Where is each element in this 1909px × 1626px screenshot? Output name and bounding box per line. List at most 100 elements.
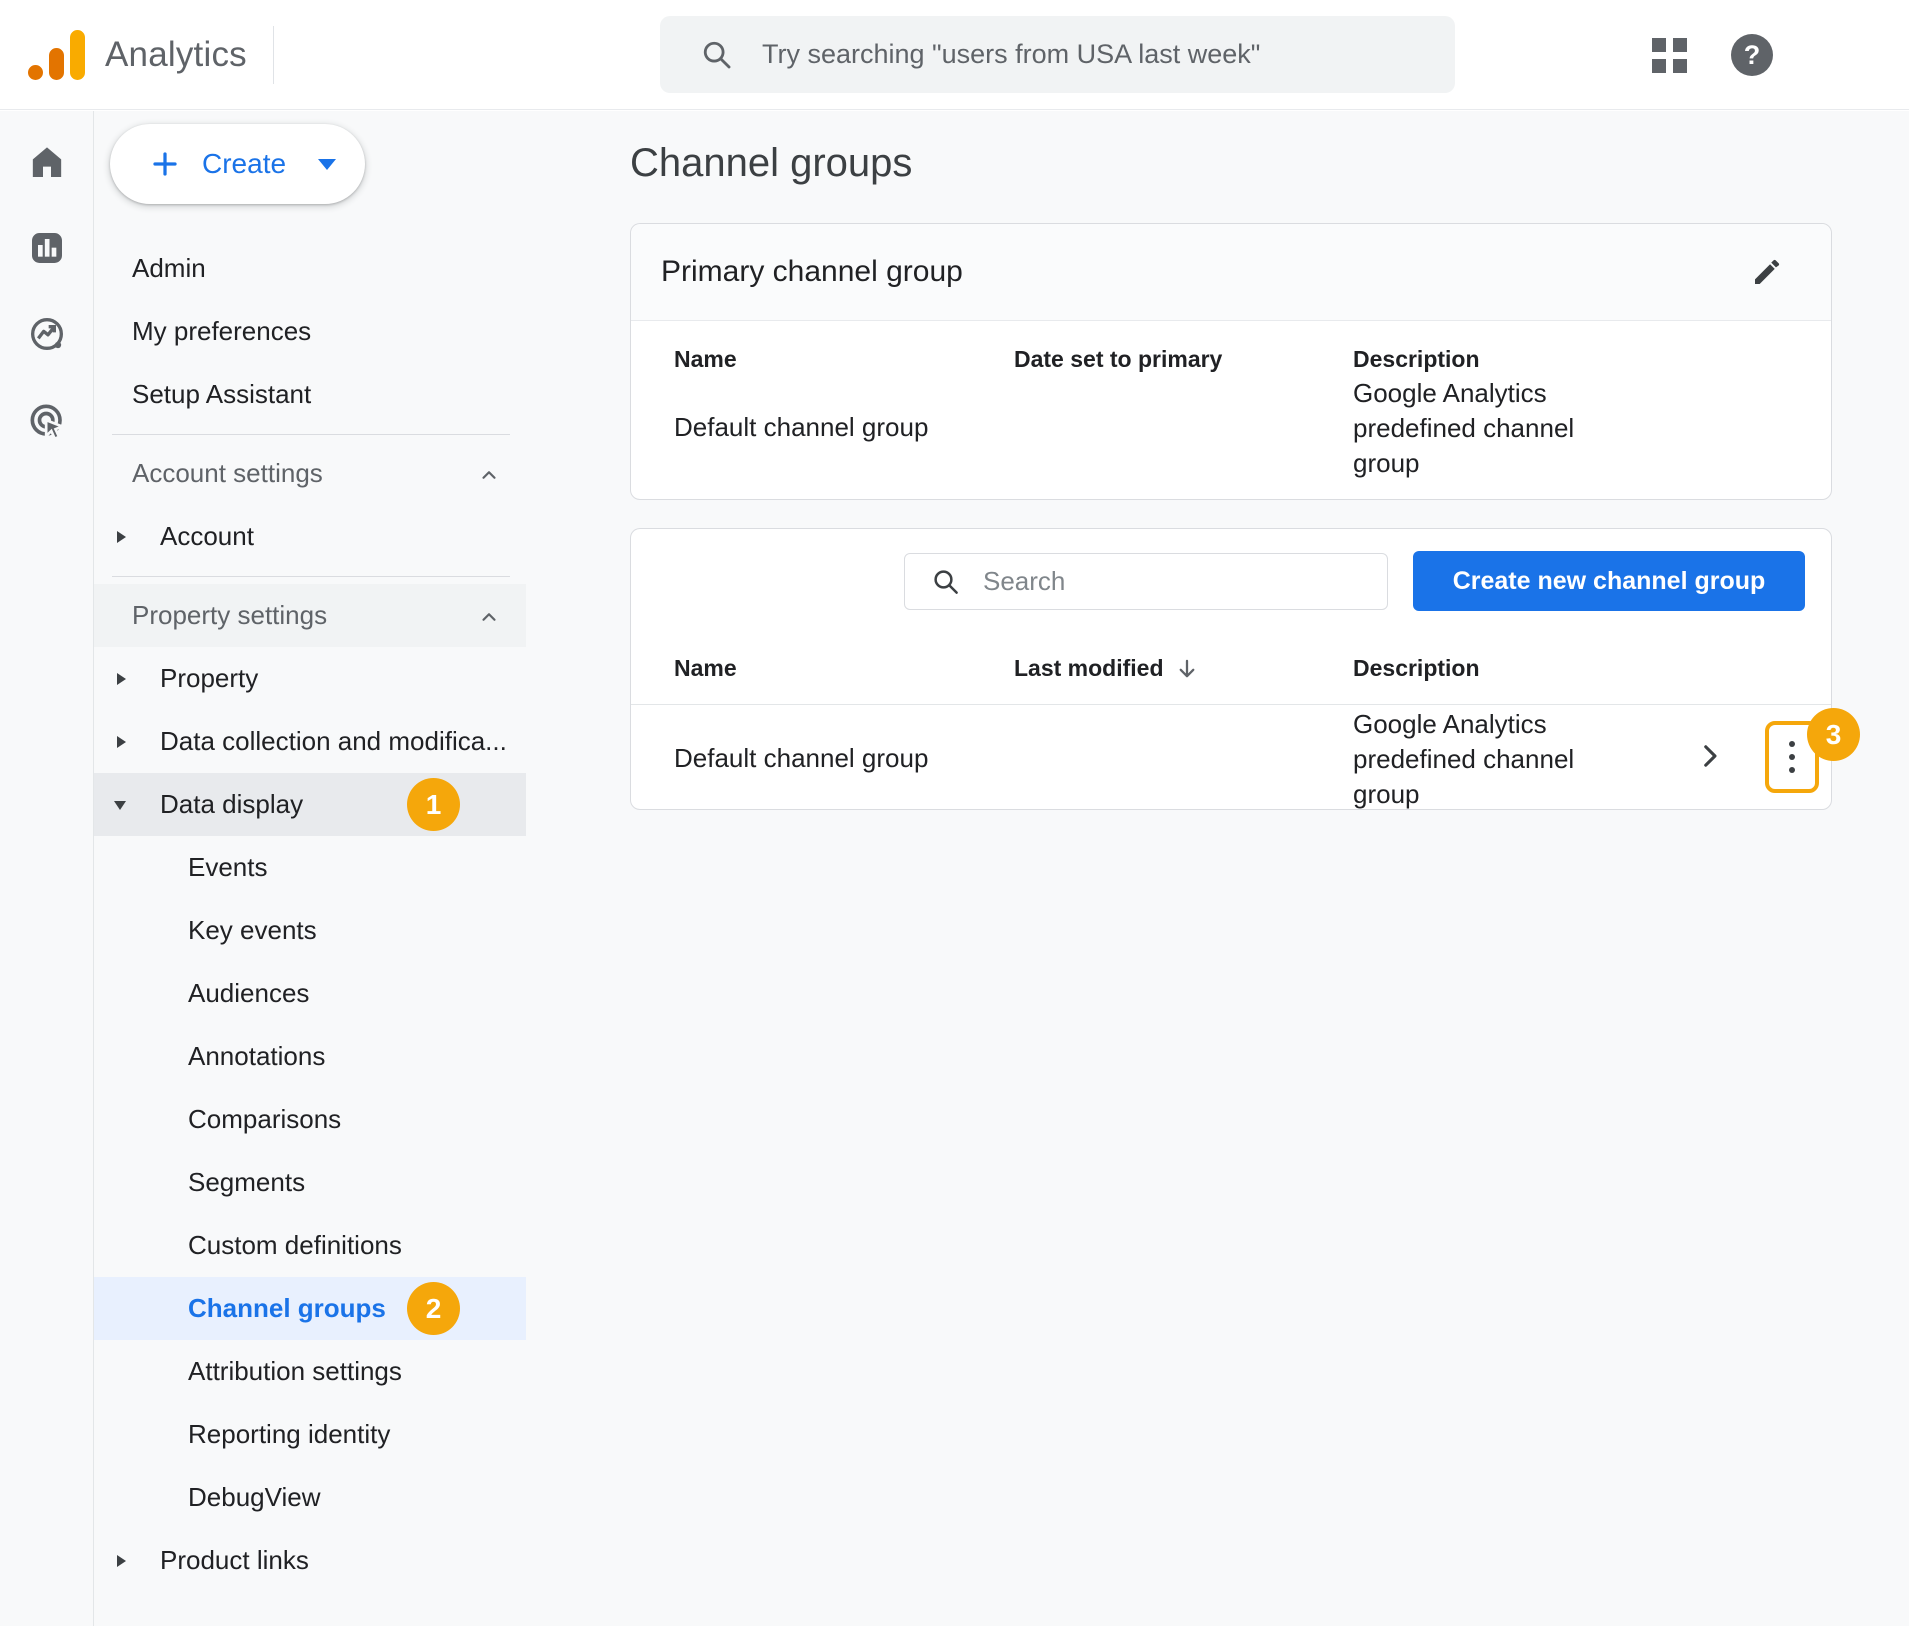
sidebar-item-attribution-settings[interactable]: Attribution settings [94,1340,526,1403]
row-description: Google Analytics predefined channel grou… [1353,707,1588,812]
analytics-admin-app: Analytics ? [0,0,1909,1626]
sidebar-item-label: Data display [160,789,303,820]
admin-nav: Admin My preferences Setup Assistant Acc… [94,237,628,1592]
sidebar-item-account[interactable]: Account [94,505,526,568]
sort-descending-icon[interactable] [1174,656,1200,682]
sidebar-item-label: Channel groups [188,1293,386,1324]
sidebar-item-comparisons[interactable]: Comparisons [94,1088,526,1151]
main-content: Channel groups Primary channel group Nam… [628,111,1909,1626]
column-header-date-set-to-primary: Date set to primary [1014,346,1222,373]
expand-triangle-icon[interactable] [117,736,126,748]
sidebar-item-reporting-identity[interactable]: Reporting identity [94,1403,526,1466]
primary-card-header: Primary channel group [631,224,1831,321]
sidebar-item-product-links[interactable]: Product links [94,1529,526,1592]
channel-groups-list-card: Create new channel group Name Last modif… [630,528,1832,810]
row-name: Default channel group [674,412,928,443]
logo-dot [28,65,43,80]
sidebar-item-label: Account [160,521,254,552]
admin-sidebar: Create Admin My preferences Setup Assist… [94,111,628,1626]
collapse-triangle-icon[interactable] [114,801,126,810]
help-icon[interactable]: ? [1731,34,1773,76]
sidebar-item-label: Setup Assistant [132,379,311,410]
step-badge-2: 2 [407,1282,460,1335]
logo-mid-bar [49,48,64,80]
row-name: Default channel group [674,743,928,774]
section-label: Account settings [132,458,323,489]
search-icon [931,567,961,597]
global-search-input[interactable] [762,39,1435,70]
sidebar-item-label: Property [160,663,258,694]
sidebar-item-label: Segments [188,1167,305,1198]
sidebar-item-label: Comparisons [188,1104,341,1135]
page-title: Channel groups [630,141,912,186]
sidebar-item-data-collection[interactable]: Data collection and modifica... [94,710,526,773]
chevron-down-icon [318,159,336,170]
divider [94,426,526,442]
sidebar-item-segments[interactable]: Segments [94,1151,526,1214]
row-open-chevron-icon[interactable] [1693,739,1727,773]
sidebar-item-admin[interactable]: Admin [94,237,526,300]
logo-tall-bar [70,30,85,80]
sidebar-item-key-events[interactable]: Key events [94,899,526,962]
sidebar-item-annotations[interactable]: Annotations [94,1025,526,1088]
sidebar-item-label: Custom definitions [188,1230,402,1261]
sidebar-item-channel-groups[interactable]: Channel groups 2 [94,1277,526,1340]
row-description: Google Analytics predefined channel grou… [1353,376,1588,481]
create-new-channel-group-button[interactable]: Create new channel group [1413,551,1805,611]
sidebar-item-label: My preferences [132,316,311,347]
sidebar-item-setup-assistant[interactable]: Setup Assistant [94,363,526,426]
table-search-input[interactable] [983,566,1373,597]
search-icon [700,38,734,72]
column-header-name: Name [674,655,737,682]
brand-divider [273,26,274,84]
sidebar-item-label: Data collection and modifica... [160,726,507,757]
expand-triangle-icon[interactable] [117,1555,126,1567]
sidebar-item-audiences[interactable]: Audiences [94,962,526,1025]
table-header-divider [631,704,1831,705]
sidebar-item-events[interactable]: Events [94,836,526,899]
column-header-label: Last modified [1014,655,1164,682]
step-badge-1: 1 [407,778,460,831]
top-header: Analytics ? [0,0,1909,110]
sidebar-item-debugview[interactable]: DebugView [94,1466,526,1529]
sidebar-item-custom-definitions[interactable]: Custom definitions [94,1214,526,1277]
home-icon[interactable] [26,141,68,183]
sidebar-item-label: Product links [160,1545,309,1576]
section-account-settings[interactable]: Account settings [94,442,526,505]
apps-grid-icon[interactable] [1652,38,1687,73]
edit-pencil-icon[interactable] [1751,256,1783,288]
chevron-up-icon [478,606,500,628]
explore-icon[interactable] [26,313,68,355]
sidebar-item-label: Key events [188,915,317,946]
column-header-last-modified[interactable]: Last modified [1014,655,1200,682]
plus-icon [150,149,180,179]
divider [94,568,526,584]
topbar-actions: ? [1652,0,1773,110]
advertising-icon[interactable] [26,400,68,442]
sidebar-item-data-display[interactable]: Data display 1 [94,773,526,836]
global-search[interactable] [660,16,1455,93]
reports-icon[interactable] [26,227,68,269]
sidebar-item-label: Annotations [188,1041,325,1072]
step-badge-3: 3 [1807,708,1860,761]
brand-area: Analytics [28,0,274,110]
sidebar-item-my-preferences[interactable]: My preferences [94,300,526,363]
sidebar-item-label: Events [188,852,268,883]
sidebar-item-label: Attribution settings [188,1356,402,1387]
left-icon-rail [0,111,94,1626]
table-search[interactable] [904,553,1388,610]
expand-triangle-icon[interactable] [117,673,126,685]
sidebar-item-label: DebugView [188,1482,321,1513]
column-header-name: Name [674,346,737,373]
sidebar-item-label: Reporting identity [188,1419,390,1450]
sidebar-item-property[interactable]: Property [94,647,526,710]
help-glyph: ? [1744,40,1761,71]
create-label: Create [202,148,286,180]
expand-triangle-icon[interactable] [117,531,126,543]
app-title: Analytics [105,35,247,75]
analytics-logo-icon [28,30,85,80]
primary-card-title: Primary channel group [661,255,963,289]
create-button[interactable]: Create [110,124,365,204]
sidebar-item-label: Admin [132,253,206,284]
section-property-settings[interactable]: Property settings [94,584,526,647]
